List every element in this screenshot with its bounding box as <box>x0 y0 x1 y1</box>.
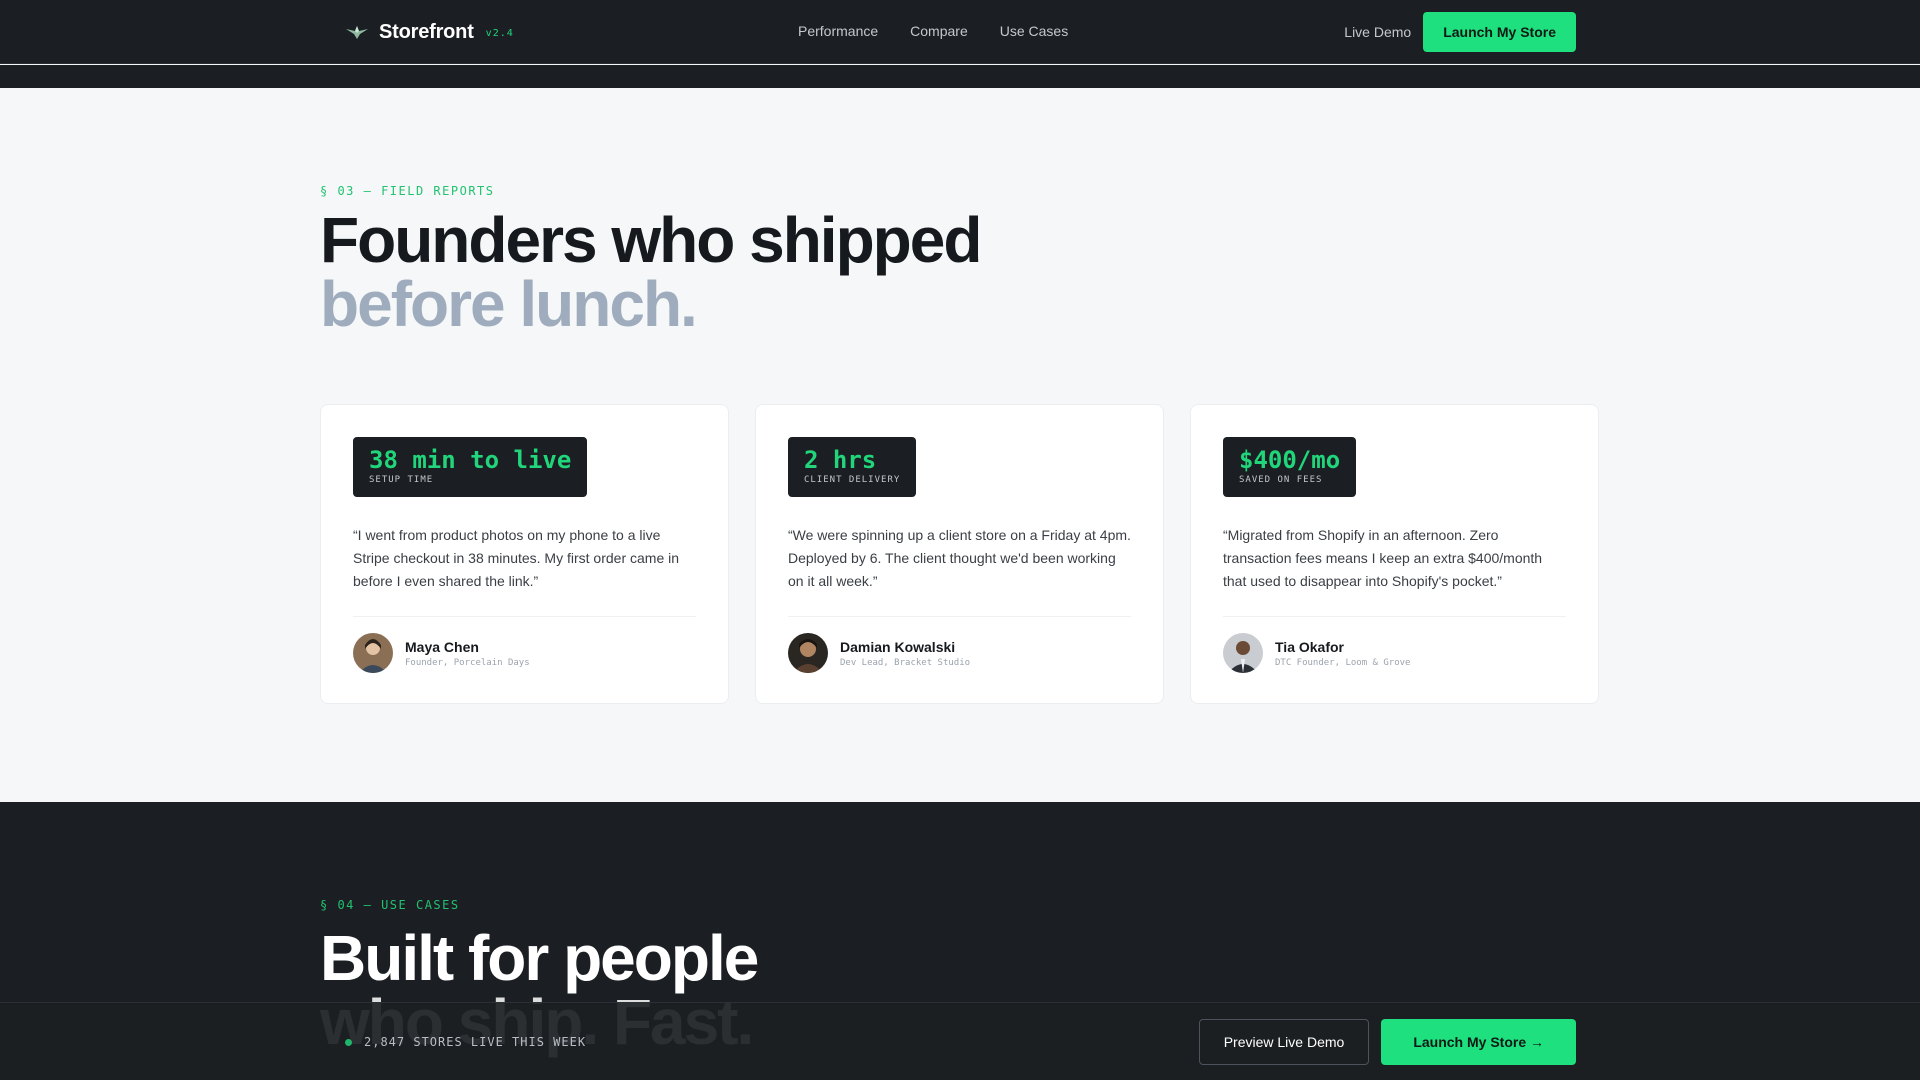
testimonial-card: $400/mo SAVED ON FEES “Migrated from Sho… <box>1190 404 1599 704</box>
nav-links: Performance Compare Use Cases <box>798 23 1068 39</box>
bottom-actions: Preview Live Demo Launch My Store → <box>1198 1019 1576 1065</box>
top-nav: Storefront v2.4 Performance Compare Use … <box>0 0 1920 64</box>
launch-store-button[interactable]: Launch My Store <box>1423 12 1576 52</box>
author-name: Maya Chen <box>405 638 479 655</box>
brand[interactable]: Storefront v2.4 <box>345 20 514 44</box>
sticky-cta-bar: 2,847 STORES LIVE THIS WEEK Preview Live… <box>0 1002 1920 1080</box>
author-role: Dev Lead, Bracket Studio <box>840 657 971 668</box>
testimonial-card: 2 hrs CLIENT DELIVERY “We were spinning … <box>755 404 1164 704</box>
bird-logo-icon <box>345 20 369 44</box>
author-info: Maya Chen Founder, Porcelain Days <box>405 639 530 668</box>
live-count: 2,847 STORES LIVE THIS WEEK <box>364 1035 587 1049</box>
stat-label: SAVED ON FEES <box>1239 475 1323 485</box>
version-badge: v2.4 <box>485 28 514 39</box>
author-info: Damian Kowalski Dev Lead, Bracket Studio <box>840 639 970 668</box>
section-subtitle: before lunch. <box>320 268 698 340</box>
stat-value: 38 min to live <box>369 446 572 474</box>
card-divider <box>788 616 1131 617</box>
section-title: Built for people <box>320 922 759 994</box>
stat-label: CLIENT DELIVERY <box>804 475 901 485</box>
testimonials-section: § 03 — FIELD REPORTS Founders who shippe… <box>0 88 1920 802</box>
author: Damian Kowalski Dev Lead, Bracket Studio <box>788 633 970 673</box>
nav-link-use-cases[interactable]: Use Cases <box>1000 23 1068 39</box>
section-title: Founders who shipped <box>320 204 982 276</box>
avatar <box>788 633 828 673</box>
avatar <box>353 633 393 673</box>
nav-link-performance[interactable]: Performance <box>798 23 878 39</box>
author-name: Damian Kowalski <box>840 638 956 655</box>
testimonial-card: 38 min to live SETUP TIME “I went from p… <box>320 404 729 704</box>
stat-value: $400/mo <box>1239 446 1341 474</box>
nav-actions: Live Demo Launch My Store <box>1344 12 1576 52</box>
stat-label: SETUP TIME <box>369 475 434 485</box>
stat-badge: 38 min to live SETUP TIME <box>353 437 588 497</box>
author-role: DTC Founder, Loom & Grove <box>1275 657 1411 668</box>
testimonial-quote: “Migrated from Shopify in an afternoon. … <box>1223 527 1543 589</box>
avatar <box>1223 633 1263 673</box>
hero-bottom-edge <box>0 65 1920 88</box>
testimonial-quote: “We were spinning up a client store on a… <box>788 527 1131 589</box>
section-eyebrow: § 04 — USE CASES <box>320 898 460 912</box>
card-divider <box>1223 616 1566 617</box>
stat-badge: 2 hrs CLIENT DELIVERY <box>788 437 917 497</box>
card-divider <box>353 616 696 617</box>
author: Maya Chen Founder, Porcelain Days <box>353 633 530 673</box>
brand-name: Storefront <box>379 20 474 43</box>
nav-link-compare[interactable]: Compare <box>910 23 968 39</box>
stat-badge: $400/mo SAVED ON FEES <box>1223 437 1357 497</box>
testimonial-cards: 38 min to live SETUP TIME “I went from p… <box>320 404 1599 704</box>
author-name: Tia Okafor <box>1275 638 1344 655</box>
stat-value: 2 hrs <box>804 446 877 474</box>
author-info: Tia Okafor DTC Founder, Loom & Grove <box>1275 639 1410 668</box>
section-eyebrow: § 03 — FIELD REPORTS <box>320 184 495 198</box>
author-role: Founder, Porcelain Days <box>405 657 530 668</box>
live-dot-icon <box>345 1038 352 1046</box>
live-stores-indicator: 2,847 STORES LIVE THIS WEEK <box>345 1035 586 1049</box>
preview-demo-button[interactable]: Preview Live Demo <box>1198 1019 1370 1065</box>
testimonial-quote: “I went from product photos on my phone … <box>353 527 680 589</box>
live-demo-link[interactable]: Live Demo <box>1344 24 1411 40</box>
author: Tia Okafor DTC Founder, Loom & Grove <box>1223 633 1410 673</box>
launch-store-button[interactable]: Launch My Store → <box>1381 1019 1576 1065</box>
